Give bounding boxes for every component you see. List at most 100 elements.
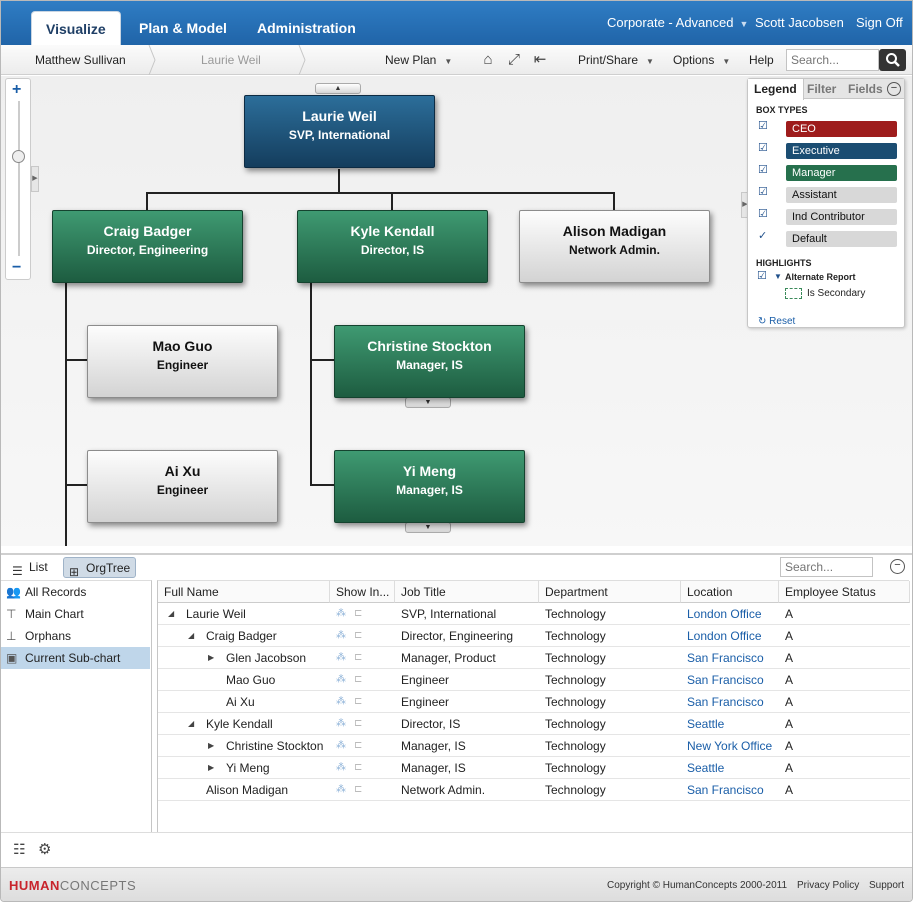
org-selector[interactable]: Corporate - Advanced ▼ <box>607 15 748 30</box>
org-chart-canvas[interactable]: + − ▶ ▶ ▲ ▼ ▼ Laurie Weil SVP, Internati… <box>1 76 912 546</box>
cell-location-link[interactable]: San Francisco <box>687 779 764 801</box>
show-in-chart-icon[interactable]: ⁂ <box>336 696 346 707</box>
collapse-panel-icon[interactable]: − <box>890 559 905 574</box>
expand-up-icon[interactable]: ▲ <box>315 83 361 94</box>
expand-triangle-icon[interactable]: ▶ <box>208 757 214 779</box>
cell-location-link[interactable]: London Office <box>687 603 762 625</box>
show-in-list-icon[interactable]: ⊏ <box>354 696 362 707</box>
table-row[interactable]: ▶ Christine Stockton ⁂ ⊏ Manager, IS Technolo… <box>158 735 910 757</box>
checkmark-default-icon[interactable]: ✓ <box>758 231 769 242</box>
column-header-job-title[interactable]: Job Title <box>395 581 539 603</box>
org-node-mao-guo[interactable]: Mao Guo Engineer <box>87 325 278 398</box>
show-in-list-icon[interactable]: ⊏ <box>354 652 362 663</box>
cell-location-link[interactable]: San Francisco <box>687 691 764 713</box>
collapse-triangle-icon[interactable]: ◢ <box>188 713 194 735</box>
cell-location-link[interactable]: San Francisco <box>687 647 764 669</box>
show-in-chart-icon[interactable]: ⁂ <box>336 718 346 729</box>
gear-icon[interactable]: ⚙ <box>38 840 51 858</box>
tree-item-main-chart[interactable]: ⊤ Main Chart <box>1 603 150 625</box>
expand-triangle-icon[interactable]: ▶ <box>208 647 214 669</box>
table-row[interactable]: Ai Xu ⁂ ⊏ Engineer Technology San Francisco A <box>158 691 910 713</box>
org-node-ai-xu[interactable]: Ai Xu Engineer <box>87 450 278 523</box>
sign-off-link[interactable]: Sign Off <box>856 15 903 30</box>
show-in-list-icon[interactable]: ⊏ <box>354 718 362 729</box>
tab-filter[interactable]: Filter <box>801 79 842 99</box>
tab-administration[interactable]: Administration <box>243 11 370 45</box>
view-list-button[interactable]: ☰ List <box>7 557 53 578</box>
tab-fields[interactable]: Fields <box>842 79 889 99</box>
checkbox-assistant[interactable]: ☑ <box>758 187 769 198</box>
show-in-list-icon[interactable]: ⊏ <box>354 762 362 773</box>
table-row[interactable]: ▶ Yi Meng ⁂ ⊏ Manager, IS Technology Seattle A <box>158 757 910 779</box>
org-node-yi-meng[interactable]: Yi Meng Manager, IS <box>334 450 525 523</box>
search-input[interactable] <box>786 49 879 71</box>
cell-location-link[interactable]: New York Office <box>687 735 772 757</box>
close-icon[interactable]: − <box>887 82 901 96</box>
checkbox-ind-contributor[interactable]: ☑ <box>758 209 769 220</box>
show-in-list-icon[interactable]: ⊏ <box>354 608 362 619</box>
tree-item-current-sub-chart[interactable]: ▣ Current Sub-chart <box>1 647 150 669</box>
cell-location-link[interactable]: Seattle <box>687 713 724 735</box>
table-row[interactable]: ◢ Kyle Kendall ⁂ ⊏ Director, IS Technology Sea… <box>158 713 910 735</box>
collapse-triangle-icon[interactable]: ◢ <box>188 625 194 647</box>
table-row[interactable]: Mao Guo ⁂ ⊏ Engineer Technology San Francisco… <box>158 669 910 691</box>
table-row[interactable]: ▶ Glen Jacobson ⁂ ⊏ Manager, Product Technolo… <box>158 647 910 669</box>
show-in-chart-icon[interactable]: ⁂ <box>336 740 346 751</box>
options-menu[interactable]: Options ▼ <box>673 53 730 67</box>
org-node-alison-madigan[interactable]: Alison Madigan Network Admin. <box>519 210 710 283</box>
checkbox-alternate-report[interactable]: ☑ <box>757 271 768 282</box>
org-node-craig-badger[interactable]: Craig Badger Director, Engineering <box>52 210 243 283</box>
print-share-menu[interactable]: Print/Share ▼ <box>578 53 654 67</box>
zoom-slider-handle[interactable] <box>12 150 25 163</box>
org-node-christine-stockton[interactable]: Christine Stockton Manager, IS <box>334 325 525 398</box>
help-link[interactable]: Help <box>749 53 774 67</box>
show-in-chart-icon[interactable]: ⁂ <box>336 674 346 685</box>
checkbox-ceo[interactable]: ☑ <box>758 121 769 132</box>
column-header-employee-status[interactable]: Employee Status <box>779 581 910 603</box>
column-header-show-in[interactable]: Show In... <box>330 581 395 603</box>
org-node-laurie-weil[interactable]: Laurie Weil SVP, International <box>244 95 435 168</box>
collapse-triangle-icon[interactable]: ◢ <box>168 603 174 625</box>
org-node-kyle-kendall[interactable]: Kyle Kendall Director, IS <box>297 210 488 283</box>
show-in-list-icon[interactable]: ⊏ <box>354 630 362 641</box>
column-header-location[interactable]: Location <box>681 581 779 603</box>
show-in-chart-icon[interactable]: ⁂ <box>336 652 346 663</box>
search-button[interactable] <box>879 49 906 71</box>
cell-location-link[interactable]: London Office <box>687 625 762 647</box>
table-row[interactable]: ◢ Craig Badger ⁂ ⊏ Director, Engineering Tech… <box>158 625 910 647</box>
expand-down-icon[interactable]: ▼ <box>405 397 451 408</box>
tree-item-all-records[interactable]: 👥 All Records <box>1 581 150 603</box>
new-plan-menu[interactable]: New Plan ▼ <box>385 53 452 67</box>
column-header-department[interactable]: Department <box>539 581 681 603</box>
fit-screen-icon[interactable]: ⤢ <box>505 51 523 69</box>
zoom-in-icon[interactable]: + <box>12 81 21 99</box>
reset-link[interactable]: ↻ Reset <box>758 316 795 327</box>
show-in-list-icon[interactable]: ⊏ <box>354 674 362 685</box>
zoom-track[interactable] <box>18 101 20 256</box>
expand-down-icon[interactable]: ▼ <box>405 522 451 533</box>
show-in-chart-icon[interactable]: ⁂ <box>336 608 346 619</box>
show-in-chart-icon[interactable]: ⁂ <box>336 630 346 641</box>
collapse-view-icon[interactable]: ⇤ <box>531 51 549 69</box>
show-in-list-icon[interactable]: ⊏ <box>354 784 362 795</box>
table-row[interactable]: Alison Madigan ⁂ ⊏ Network Admin. Technology… <box>158 779 910 801</box>
grid-search-input[interactable] <box>780 557 873 577</box>
expand-triangle-icon[interactable]: ▶ <box>208 735 214 757</box>
cell-location-link[interactable]: Seattle <box>687 757 724 779</box>
support-link[interactable]: Support <box>869 880 904 891</box>
tab-plan-model[interactable]: Plan & Model <box>125 11 241 45</box>
view-orgtree-button[interactable]: ⊞ OrgTree <box>63 557 137 579</box>
table-row[interactable]: ◢ Laurie Weil ⁂ ⊏ SVP, International Technolo… <box>158 603 910 625</box>
cell-location-link[interactable]: San Francisco <box>687 669 764 691</box>
show-in-chart-icon[interactable]: ⁂ <box>336 784 346 795</box>
breadcrumb-matthew-sullivan[interactable]: Matthew Sullivan <box>35 53 126 67</box>
checkbox-executive[interactable]: ☑ <box>758 143 769 154</box>
checkbox-manager[interactable]: ☑ <box>758 165 769 176</box>
user-name-link[interactable]: Scott Jacobsen <box>755 15 844 30</box>
tree-item-orphans[interactable]: ⊥ Orphans <box>1 625 150 647</box>
tab-visualize[interactable]: Visualize <box>31 11 121 45</box>
tab-legend[interactable]: Legend <box>748 79 804 100</box>
zoom-out-icon[interactable]: − <box>12 259 21 277</box>
show-in-chart-icon[interactable]: ⁂ <box>336 762 346 773</box>
home-icon[interactable]: ⌂ <box>479 51 497 69</box>
